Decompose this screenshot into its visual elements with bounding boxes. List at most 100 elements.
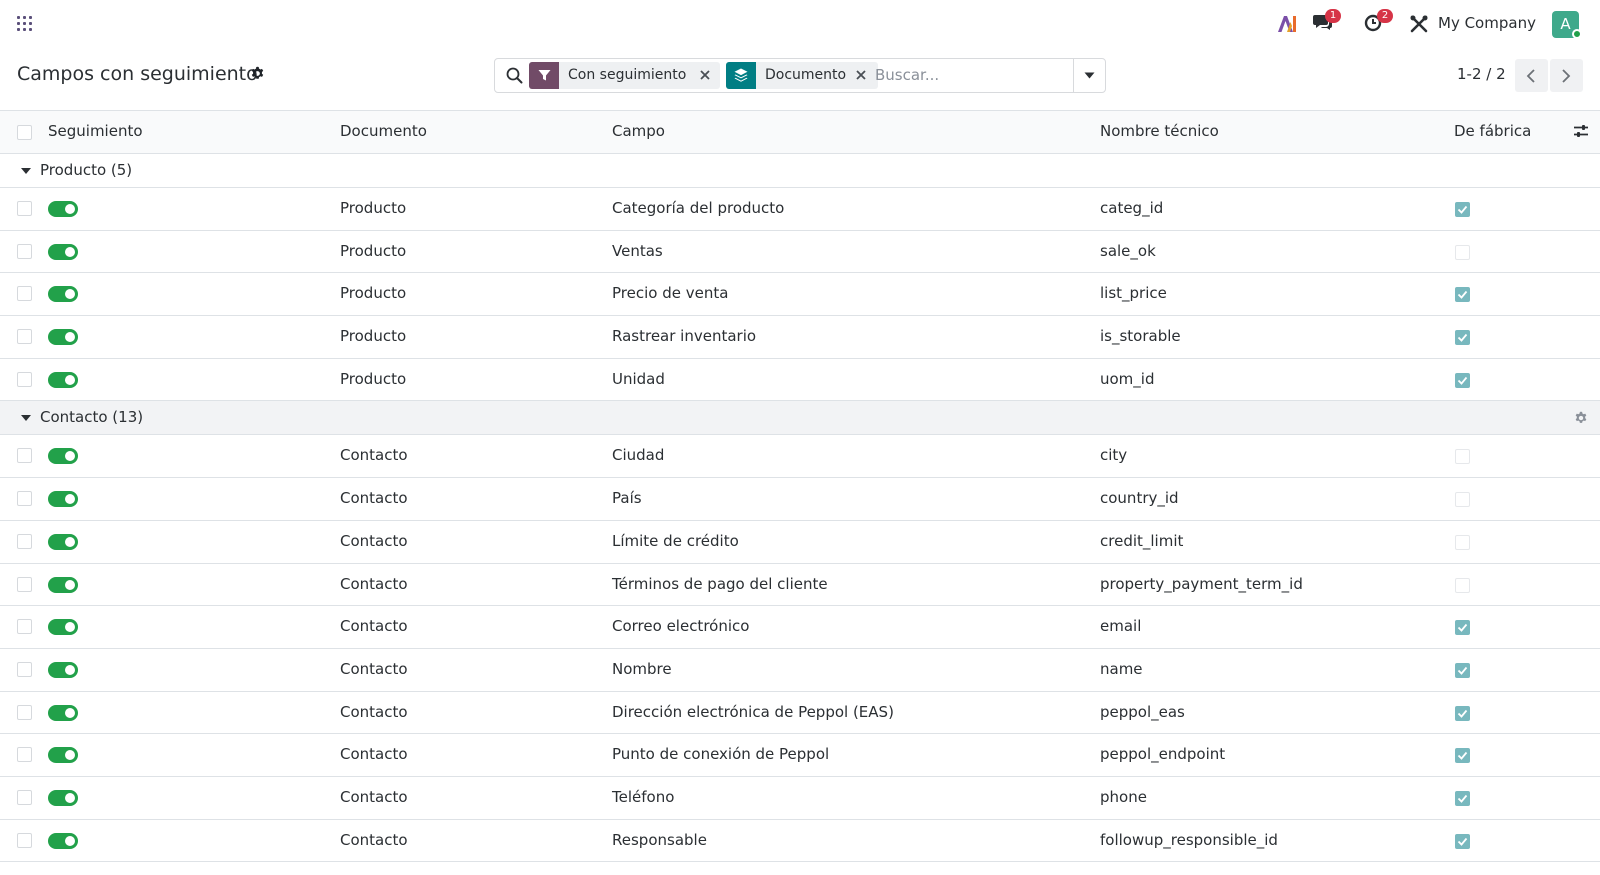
column-header-de-fabrica[interactable]: De fábrica <box>1454 122 1531 140</box>
row-checkbox[interactable] <box>17 329 32 345</box>
table-row[interactable]: Producto Rastrear inventario is_storable <box>0 316 1600 359</box>
facet-groupby-label: Documento <box>765 67 847 83</box>
cell-documento: Contacto <box>340 446 408 465</box>
table-row[interactable]: Contacto Ciudad city <box>0 435 1600 479</box>
row-checkbox[interactable] <box>17 286 32 302</box>
tracking-toggle[interactable] <box>48 747 78 764</box>
row-checkbox[interactable] <box>17 448 32 464</box>
de-fabrica-checkbox <box>1455 833 1470 849</box>
table-row[interactable]: Contacto Punto de conexión de Peppol peppo… <box>0 734 1600 777</box>
table-row[interactable]: Contacto País country_id <box>0 478 1600 521</box>
cell-campo: Responsable <box>612 830 707 849</box>
cell-nombre-tecnico: list_price <box>1100 284 1167 303</box>
cell-nombre-tecnico: phone <box>1100 787 1147 806</box>
tracking-toggle[interactable] <box>48 619 78 636</box>
tracking-toggle[interactable] <box>48 371 78 388</box>
optional-columns-icon[interactable] <box>1573 123 1589 139</box>
cell-nombre-tecnico: name <box>1100 659 1143 678</box>
cell-nombre-tecnico: is_storable <box>1100 327 1181 346</box>
tracking-toggle[interactable] <box>48 201 78 217</box>
table-row[interactable]: Contacto Teléfono phone <box>0 776 1600 820</box>
checkmark-icon <box>1457 205 1468 214</box>
de-fabrica-checkbox <box>1455 287 1470 303</box>
row-checkbox[interactable] <box>17 533 32 549</box>
gear-icon[interactable] <box>250 66 265 81</box>
checkmark-icon <box>1457 376 1468 385</box>
tracking-toggle[interactable] <box>48 704 78 721</box>
row-checkbox[interactable] <box>17 243 32 259</box>
app-grid-icon[interactable] <box>17 16 33 32</box>
cell-documento: Contacto <box>340 659 408 678</box>
checkmark-icon <box>1457 666 1468 675</box>
de-fabrica-checkbox <box>1455 449 1470 465</box>
pager-previous-button[interactable] <box>1515 59 1548 92</box>
de-fabrica-checkbox <box>1455 662 1470 678</box>
tools-icon[interactable] <box>1410 15 1428 33</box>
row-checkbox[interactable] <box>17 619 32 635</box>
cell-nombre-tecnico: peppol_endpoint <box>1100 745 1226 764</box>
column-header-nombre-tecnico[interactable]: Nombre técnico <box>1100 122 1219 140</box>
cell-documento: Contacto <box>340 531 408 550</box>
checkmark-icon <box>1457 837 1468 846</box>
table-row[interactable]: Contacto Correo electrónico email <box>0 606 1600 649</box>
row-checkbox[interactable] <box>17 491 32 507</box>
row-checkbox[interactable] <box>17 201 32 216</box>
pager-value[interactable]: 1-2 / 2 <box>1457 65 1506 83</box>
column-header-campo[interactable]: Campo <box>612 122 665 140</box>
tracking-toggle[interactable] <box>48 286 78 303</box>
company-switcher[interactable]: My Company <box>1438 14 1536 32</box>
messages-button[interactable]: 1 <box>1312 9 1341 36</box>
cell-campo: Punto de conexión de Peppol <box>612 745 830 764</box>
caret-down-icon <box>21 415 31 422</box>
tracking-toggle[interactable] <box>48 448 78 465</box>
cell-documento: Contacto <box>340 489 408 508</box>
group-row[interactable]: Contacto (13) <box>0 401 1600 436</box>
ai-assistant-icon[interactable] <box>1277 15 1297 33</box>
tracking-toggle[interactable] <box>48 491 78 508</box>
tracking-toggle[interactable] <box>48 832 78 849</box>
row-checkbox[interactable] <box>17 747 32 763</box>
search-icon[interactable] <box>506 67 523 84</box>
row-checkbox[interactable] <box>17 661 32 677</box>
row-checkbox[interactable] <box>17 789 32 805</box>
cell-campo: Rastrear inventario <box>612 327 757 346</box>
tracking-toggle[interactable] <box>48 576 78 593</box>
checkmark-icon <box>1457 291 1468 300</box>
column-header-seguimiento[interactable]: Seguimiento <box>48 122 143 140</box>
table-row[interactable]: Contacto Límite de crédito credit_limit <box>0 520 1600 564</box>
search-bar[interactable]: Con seguimiento Documento <box>494 58 1106 93</box>
pager-next-button[interactable] <box>1550 59 1583 92</box>
table-row[interactable]: Contacto Dirección electrónica de Peppol … <box>0 691 1600 735</box>
remove-groupby-facet-icon[interactable] <box>855 69 867 81</box>
tracking-toggle[interactable] <box>48 661 78 678</box>
row-checkbox[interactable] <box>17 576 32 592</box>
group-row[interactable]: Producto (5) <box>0 154 1600 188</box>
search-options-toggle[interactable] <box>1073 59 1105 92</box>
tracking-toggle[interactable] <box>48 789 78 806</box>
table-row[interactable]: Producto Unidad uom_id <box>0 358 1600 402</box>
table-row[interactable]: Contacto Responsable followup_responsible_… <box>0 819 1600 863</box>
de-fabrica-checkbox <box>1455 620 1470 636</box>
remove-filter-facet-icon[interactable] <box>699 69 711 81</box>
row-checkbox[interactable] <box>17 371 32 387</box>
tracking-toggle[interactable] <box>48 329 78 346</box>
checkmark-icon <box>1457 624 1468 633</box>
table-row[interactable]: Contacto Términos de pago del cliente prop… <box>0 563 1600 607</box>
table-row[interactable]: Contacto Nombre name <box>0 648 1600 692</box>
list-body: Producto (5) Producto Categoría del produc… <box>0 154 1600 863</box>
gear-icon[interactable] <box>1574 411 1588 425</box>
row-checkbox[interactable] <box>17 832 32 848</box>
cell-documento: Contacto <box>340 830 408 849</box>
table-row[interactable]: Producto Categoría del producto categ_id <box>0 188 1600 231</box>
row-checkbox[interactable] <box>17 704 32 720</box>
table-row[interactable]: Producto Precio de venta list_price <box>0 273 1600 317</box>
activities-button[interactable]: 2 <box>1364 9 1393 36</box>
select-all-checkbox[interactable] <box>17 125 32 140</box>
search-input[interactable] <box>875 64 1060 86</box>
column-header-documento[interactable]: Documento <box>340 122 427 140</box>
table-row[interactable]: Producto Ventas sale_ok <box>0 230 1600 274</box>
de-fabrica-checkbox <box>1455 202 1470 217</box>
tracking-toggle[interactable] <box>48 533 78 550</box>
cell-documento: Producto <box>340 327 407 346</box>
tracking-toggle[interactable] <box>48 243 78 260</box>
